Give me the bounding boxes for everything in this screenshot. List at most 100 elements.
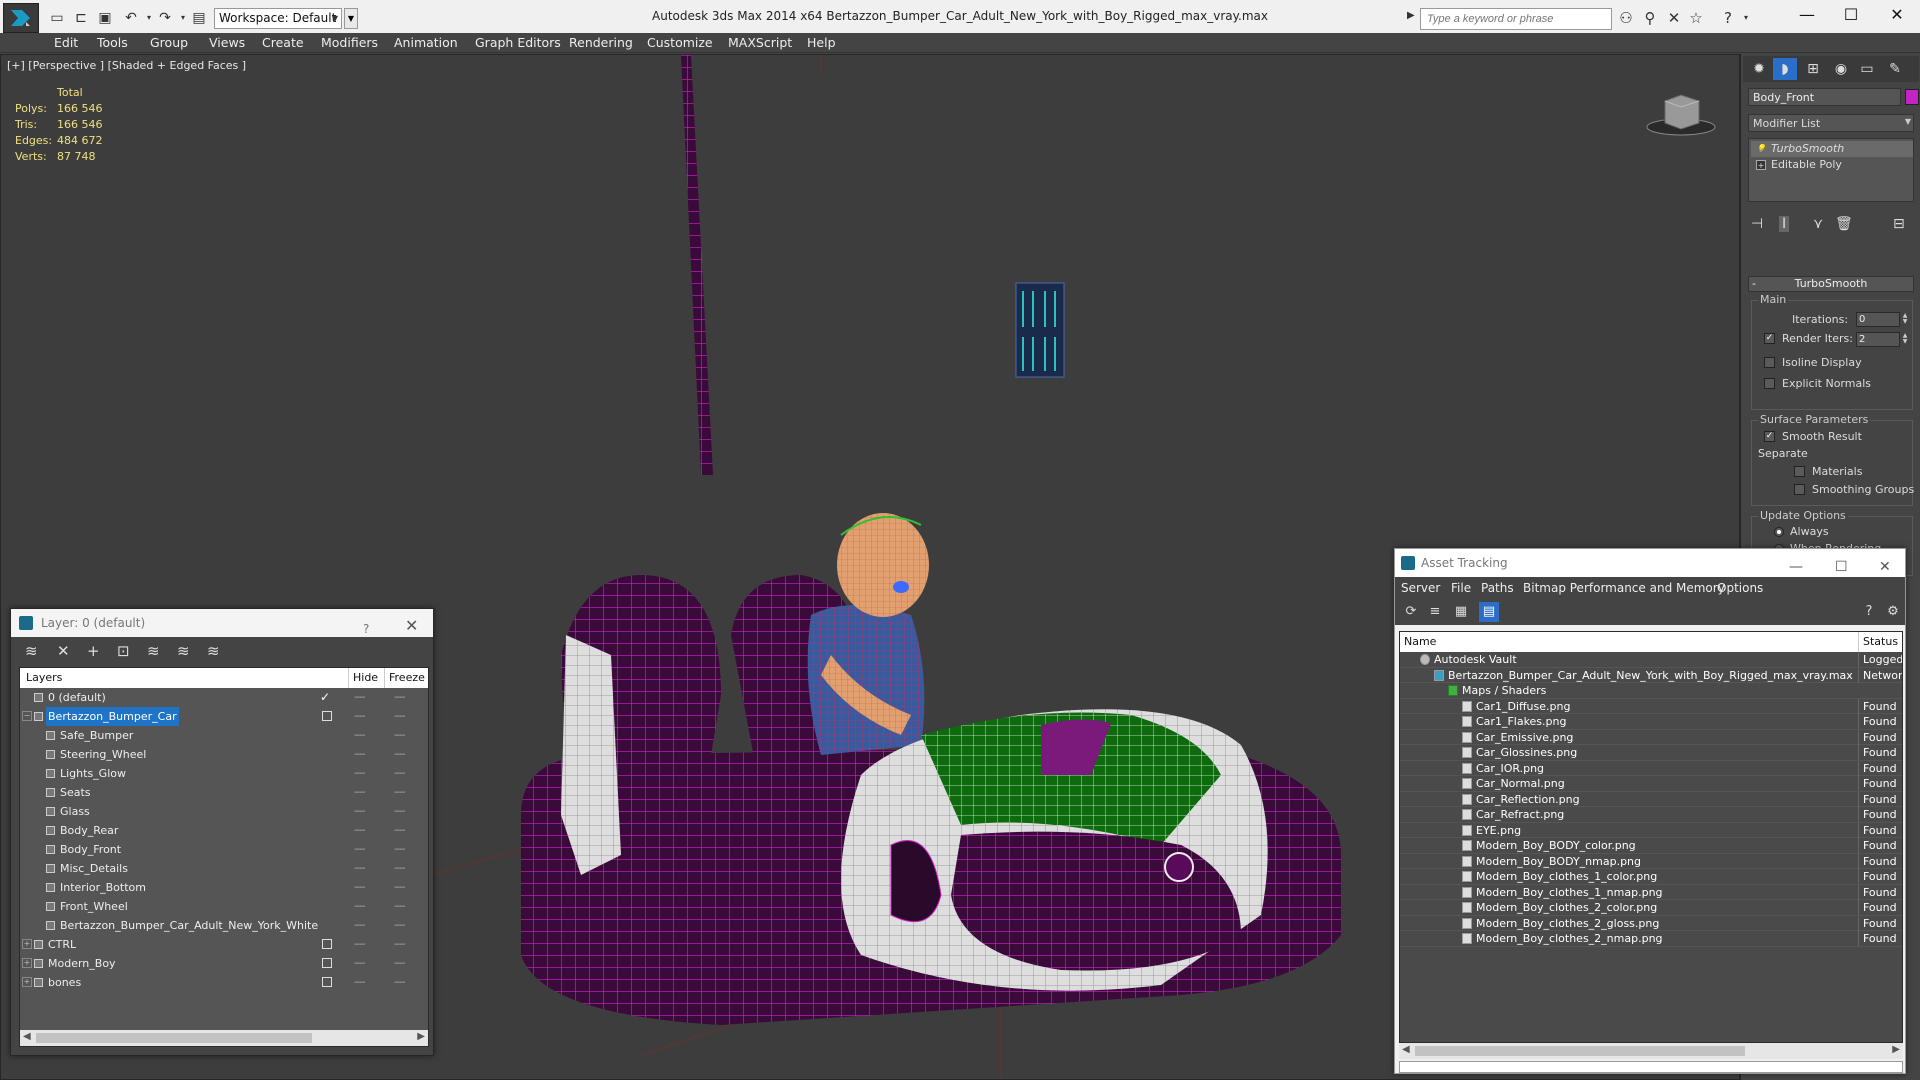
create-layer-icon[interactable]: +	[87, 642, 100, 660]
hide-toggle[interactable]: ----	[354, 916, 365, 935]
asset-row[interactable]: Car_Normal.png Found	[1400, 776, 1902, 792]
hide-toggle[interactable]: ----	[354, 935, 365, 954]
column-header-layers[interactable]: Layers	[26, 668, 62, 688]
object-name-field[interactable]: Body_Front	[1748, 88, 1901, 106]
tree-expander-icon[interactable]: −	[22, 711, 32, 721]
hide-toggle[interactable]: ----	[354, 783, 365, 802]
workspace-dropdown[interactable]: Workspace: Default ▼	[214, 8, 342, 29]
layer-row[interactable]: Seats ---- ----	[20, 783, 428, 802]
horizontal-scrollbar[interactable]: ◀ ▶	[20, 1030, 428, 1046]
layer-row[interactable]: Lights_Glow ---- ----	[20, 764, 428, 783]
freeze-toggle[interactable]: ----	[394, 935, 405, 954]
redo-icon[interactable]: ↷	[156, 9, 174, 27]
hide-toggle[interactable]: ----	[354, 878, 365, 897]
open-file-icon[interactable]: ⊏	[72, 9, 90, 27]
layer-name[interactable]: CTRL	[46, 935, 78, 954]
scroll-left-icon[interactable]: ◀	[23, 1031, 31, 1042]
table-view-icon[interactable]: ▤	[1479, 602, 1499, 622]
hierarchy-tab-icon[interactable]: ⊞	[1801, 58, 1825, 80]
asset-row[interactable]: Modern_Boy_clothes_1_color.png Found	[1400, 869, 1902, 885]
viewport-label[interactable]: [+] [Perspective ] [Shaded + Edged Faces…	[7, 59, 246, 72]
active-layer-check[interactable]: ✓	[320, 688, 330, 707]
freeze-toggle[interactable]: ----	[394, 878, 405, 897]
asset-row[interactable]: Modern_Boy_clothes_1_nmap.png Found	[1400, 884, 1902, 900]
column-header-hide[interactable]: Hide	[348, 668, 378, 688]
communication-icon[interactable]: ✕	[1664, 9, 1684, 27]
refresh-icon[interactable]: ⟳	[1401, 602, 1421, 622]
isoline-display-checkbox[interactable]	[1764, 357, 1775, 368]
viewcube-icon[interactable]	[1645, 91, 1717, 137]
menu-help[interactable]: Help	[807, 35, 836, 50]
show-end-result-icon[interactable]: Ⅰ	[1779, 216, 1790, 232]
expand-search-icon[interactable]: ▶	[1407, 10, 1415, 21]
column-header-freeze[interactable]: Freeze	[384, 668, 425, 688]
layer-row[interactable]: 0 (default) ✓ ---- ----	[20, 688, 428, 707]
favorites-star-icon[interactable]: ☆	[1686, 9, 1706, 27]
menu-customize[interactable]: Customize	[647, 35, 713, 50]
freeze-toggle[interactable]: ----	[394, 726, 405, 745]
layer-name[interactable]: bones	[46, 973, 83, 992]
asset-row[interactable]: Car_Refract.png Found	[1400, 807, 1902, 823]
new-file-icon[interactable]: ▭	[48, 9, 66, 27]
menu-rendering[interactable]: Rendering	[569, 35, 633, 50]
hide-toggle[interactable]: ----	[354, 821, 365, 840]
freeze-toggle[interactable]: ----	[394, 859, 405, 878]
layer-active-toggle[interactable]	[322, 939, 332, 949]
menu-bitmap-performance[interactable]: Bitmap Performance and Memory	[1523, 581, 1725, 595]
subscription-icon[interactable]: ⚲	[1640, 9, 1660, 27]
freeze-toggle[interactable]: ----	[394, 821, 405, 840]
smoothing-groups-checkbox[interactable]	[1794, 484, 1805, 495]
asset-row[interactable]: Car_IOR.png Found	[1400, 760, 1902, 776]
minimize-button[interactable]: —	[1784, 0, 1830, 32]
asset-row[interactable]: Modern_Boy_BODY_nmap.png Found	[1400, 853, 1902, 869]
layer-row[interactable]: + CTRL ---- ----	[20, 935, 428, 954]
menu-server[interactable]: Server	[1401, 581, 1440, 595]
render-iters-spinner[interactable]: 2 ▲ ▼	[1856, 332, 1907, 347]
close-icon[interactable]: ✕	[405, 612, 418, 640]
freeze-toggle[interactable]: ----	[394, 783, 405, 802]
utilities-tab-icon[interactable]: ✎	[1883, 58, 1907, 80]
keyword-search-input[interactable]	[1420, 8, 1612, 30]
layer-name[interactable]: Bertazzon_Bumper_Car_Adult_New_York_Whit…	[58, 916, 320, 935]
configure-modifier-sets-icon[interactable]: ⊟	[1893, 216, 1905, 232]
scrollbar-thumb[interactable]	[1415, 1046, 1745, 1056]
highlight-layer-icon[interactable]: ≋	[177, 642, 190, 660]
turbosmooth-rollout-header[interactable]: - TurboSmooth	[1748, 276, 1914, 292]
hide-toggle[interactable]: ----	[354, 840, 365, 859]
column-header-name[interactable]: Name	[1404, 632, 1436, 652]
help-icon[interactable]: ?	[1859, 602, 1879, 622]
freeze-toggle[interactable]: ----	[394, 707, 405, 726]
hide-toggle[interactable]: ----	[354, 745, 365, 764]
layer-name[interactable]: Front_Wheel	[58, 897, 130, 916]
spinner-arrows-icon[interactable]: ▲ ▼	[1900, 333, 1910, 346]
scrollbar-thumb[interactable]	[36, 1033, 312, 1043]
menu-views[interactable]: Views	[209, 35, 245, 50]
hide-toggle[interactable]: ----	[354, 954, 365, 973]
save-file-icon[interactable]: ▣	[96, 9, 114, 27]
layer-name[interactable]: Body_Front	[58, 840, 123, 859]
undo-icon[interactable]: ↶	[122, 9, 140, 27]
menu-tools[interactable]: Tools	[97, 35, 128, 50]
layer-name[interactable]: Bertazzon_Bumper_Car	[46, 707, 179, 726]
layer-row[interactable]: + Modern_Boy ---- ----	[20, 954, 428, 973]
list-view-icon[interactable]: ≡	[1425, 602, 1445, 622]
asset-row[interactable]: Car_Emissive.png Found	[1400, 729, 1902, 745]
modify-tab-icon[interactable]: ◗	[1773, 58, 1797, 80]
layer-row[interactable]: Safe_Bumper ---- ----	[20, 726, 428, 745]
layer-row[interactable]: − Bertazzon_Bumper_Car ---- ----	[20, 707, 428, 726]
layer-row[interactable]: + bones ---- ----	[20, 973, 428, 992]
help-icon[interactable]: ?	[1718, 9, 1738, 27]
quick-access-menu-button[interactable]: ▼	[344, 8, 358, 29]
select-layer-objects-icon[interactable]: ⊡	[117, 642, 130, 660]
asset-row[interactable]: EYE.png Found	[1400, 822, 1902, 838]
hide-toggle[interactable]: ----	[354, 707, 365, 726]
freeze-toggle[interactable]: ----	[394, 840, 405, 859]
layer-name[interactable]: Lights_Glow	[58, 764, 128, 783]
layer-row[interactable]: Steering_Wheel ---- ----	[20, 745, 428, 764]
project-folder-icon[interactable]: ▤	[190, 9, 208, 27]
object-color-swatch[interactable]	[1905, 89, 1919, 105]
layer-name[interactable]: Safe_Bumper	[58, 726, 135, 745]
freeze-toggle[interactable]: ----	[394, 916, 405, 935]
render-iters-checkbox[interactable]: ✓	[1764, 333, 1775, 344]
asset-row[interactable]: Modern_Boy_clothes_2_gloss.png Found	[1400, 915, 1902, 931]
